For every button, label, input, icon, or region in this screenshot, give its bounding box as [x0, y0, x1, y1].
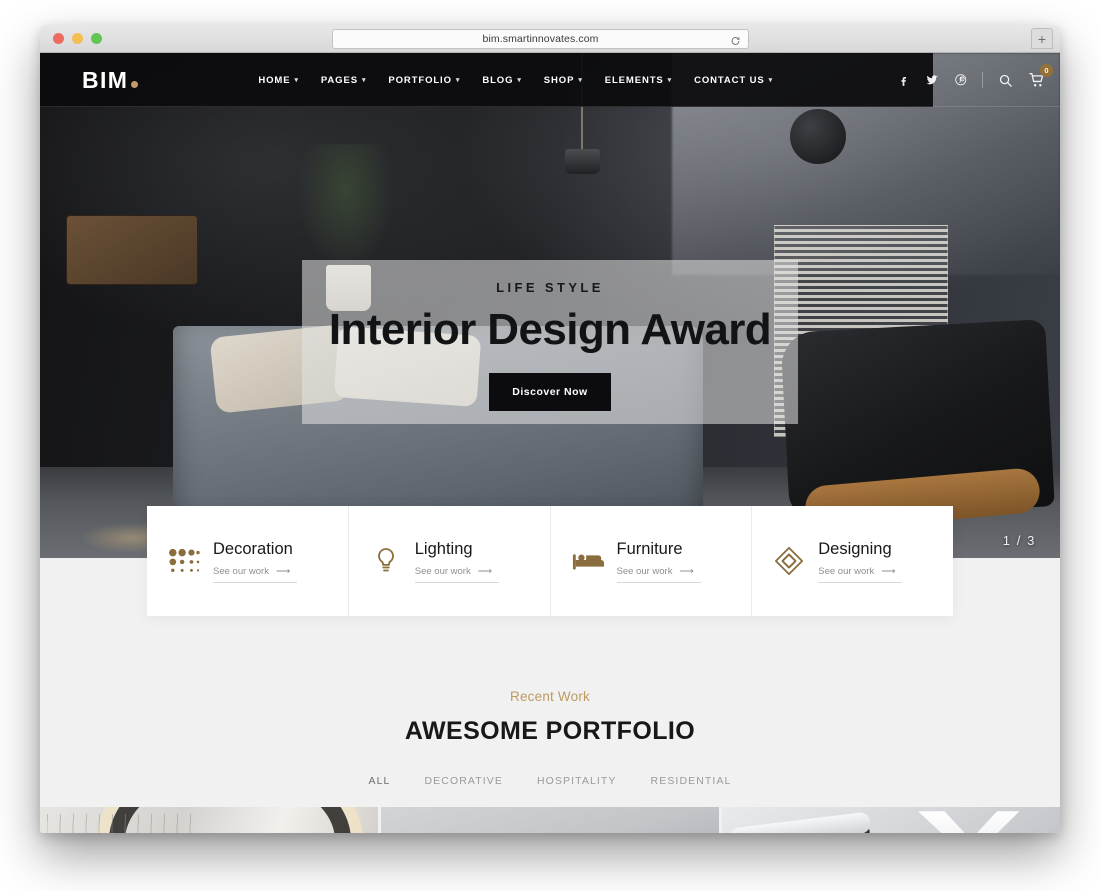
portfolio-tile-2[interactable]	[381, 807, 719, 833]
slider-counter: 1 / 3	[1002, 533, 1036, 548]
chevron-down-icon: ▾	[768, 77, 774, 84]
hero-kicker: LIFE STYLE	[496, 280, 604, 295]
address-bar[interactable]: bim.smartinnovates.com	[332, 29, 749, 49]
portfolio-filters: ALL DECORATIVE HOSPITALITY RESIDENTIAL	[40, 775, 1060, 787]
browser-window: bim.smartinnovates.com + BIM HOME ▾ PAGE…	[40, 25, 1060, 833]
cart-count-badge: 0	[1040, 64, 1053, 77]
chevron-down-icon: ▾	[294, 77, 299, 84]
hero-title: Interior Design Award	[328, 305, 772, 354]
cart-icon[interactable]: 0	[1028, 64, 1053, 89]
hero-content-card: LIFE STYLE Interior Design Award Discove…	[302, 260, 798, 424]
nav-label: HOME	[258, 74, 291, 86]
nav-label: PAGES	[320, 74, 358, 86]
arrow-right-icon: ⟶	[679, 565, 694, 577]
service-title: Designing	[818, 539, 892, 558]
cube-icon	[772, 544, 806, 578]
service-link-label: See our work	[616, 565, 673, 577]
arrow-right-icon: ⟶	[275, 565, 291, 577]
main-navigation: HOME ▾ PAGES ▾ PORTFOLIO ▾ BLOG ▾ SHOP ▾…	[258, 75, 773, 86]
logo-dot-icon	[131, 80, 139, 88]
service-link-label: See our work	[818, 565, 875, 577]
chevron-down-icon: ▾	[578, 77, 583, 84]
new-tab-button[interactable]: +	[1031, 28, 1053, 49]
header-actions: 0	[897, 64, 1053, 89]
facebook-icon[interactable]	[897, 74, 910, 87]
close-window-button[interactable]	[53, 33, 64, 44]
nav-item-pages[interactable]: PAGES ▾	[321, 75, 366, 86]
portfolio-title: AWESOME PORTFOLIO	[404, 717, 696, 745]
service-title: Decoration	[213, 539, 293, 558]
nav-label: BLOG	[482, 74, 514, 86]
header-separator	[982, 72, 983, 88]
maximize-window-button[interactable]	[91, 33, 102, 44]
arrow-right-icon: ⟶	[477, 565, 493, 577]
nav-label: ELEMENTS	[604, 74, 664, 86]
lightbulb-icon	[369, 544, 403, 578]
nav-item-elements[interactable]: ELEMENTS ▾	[605, 75, 672, 86]
site-logo[interactable]: BIM	[82, 66, 139, 94]
chevron-down-icon: ▾	[455, 77, 461, 84]
discover-now-button[interactable]: Discover Now	[489, 373, 611, 411]
portfolio-section: Recent Work AWESOME PORTFOLIO ALL DECORA…	[40, 616, 1060, 833]
service-card-designing[interactable]: Designing See our work ⟶	[752, 506, 953, 616]
portfolio-grid	[40, 807, 1060, 833]
portfolio-filter-residential[interactable]: RESIDENTIAL	[651, 775, 732, 787]
nav-item-home[interactable]: HOME ▾	[258, 75, 299, 86]
portfolio-tile-1[interactable]	[40, 807, 378, 833]
minimize-window-button[interactable]	[72, 33, 83, 44]
browser-titlebar: bim.smartinnovates.com +	[40, 25, 1060, 53]
services-strip: Decoration See our work ⟶ Lighting See o…	[147, 506, 953, 616]
url-text: bim.smartinnovates.com	[482, 33, 599, 45]
arrow-right-icon: ⟶	[881, 565, 896, 577]
service-link[interactable]: See our work ⟶	[414, 565, 499, 583]
service-link[interactable]: See our work ⟶	[616, 565, 701, 583]
service-link[interactable]: See our work ⟶	[213, 566, 297, 583]
chevron-down-icon: ▾	[667, 77, 673, 84]
portfolio-tile-3[interactable]	[722, 807, 1060, 833]
nav-item-shop[interactable]: SHOP ▾	[544, 75, 583, 86]
nav-label: SHOP	[543, 74, 575, 86]
portfolio-filter-decorative[interactable]: DECORATIVE	[424, 775, 502, 787]
portfolio-kicker: Recent Work	[510, 689, 590, 704]
nav-label: CONTACT US	[694, 74, 765, 86]
service-card-lighting[interactable]: Lighting See our work ⟶	[349, 506, 551, 616]
service-link-label: See our work	[213, 565, 269, 577]
site-header: BIM HOME ▾ PAGES ▾ PORTFOLIO ▾ BLOG ▾ SH…	[40, 53, 1060, 107]
service-title: Furniture	[616, 539, 683, 558]
chevron-down-icon: ▾	[361, 77, 367, 84]
service-link[interactable]: See our work ⟶	[818, 565, 903, 583]
nav-item-portfolio[interactable]: PORTFOLIO ▾	[388, 75, 460, 86]
service-card-decoration[interactable]: Decoration See our work ⟶	[147, 506, 349, 616]
pinterest-icon[interactable]	[954, 73, 968, 87]
nav-label: PORTFOLIO	[388, 74, 452, 86]
dots-grid-icon	[167, 544, 201, 578]
header-divider	[40, 106, 1060, 107]
nav-item-contact-us[interactable]: CONTACT US ▾	[694, 75, 773, 86]
service-link-label: See our work	[414, 565, 471, 577]
twitter-icon[interactable]	[925, 73, 939, 87]
service-title: Lighting	[414, 539, 473, 558]
chevron-down-icon: ▾	[517, 77, 522, 84]
portfolio-filter-hospitality[interactable]: HOSPITALITY	[537, 775, 617, 787]
service-card-furniture[interactable]: Furniture See our work ⟶	[551, 506, 753, 616]
window-controls	[53, 33, 102, 44]
reload-icon[interactable]	[730, 34, 741, 45]
bed-icon	[571, 544, 605, 578]
page-viewport: BIM HOME ▾ PAGES ▾ PORTFOLIO ▾ BLOG ▾ SH…	[40, 53, 1060, 833]
hero-section: BIM HOME ▾ PAGES ▾ PORTFOLIO ▾ BLOG ▾ SH…	[40, 53, 1060, 558]
search-icon[interactable]	[998, 73, 1013, 88]
portfolio-filter-all[interactable]: ALL	[368, 775, 390, 787]
logo-text: BIM	[82, 66, 129, 93]
nav-item-blog[interactable]: BLOG ▾	[482, 75, 521, 86]
